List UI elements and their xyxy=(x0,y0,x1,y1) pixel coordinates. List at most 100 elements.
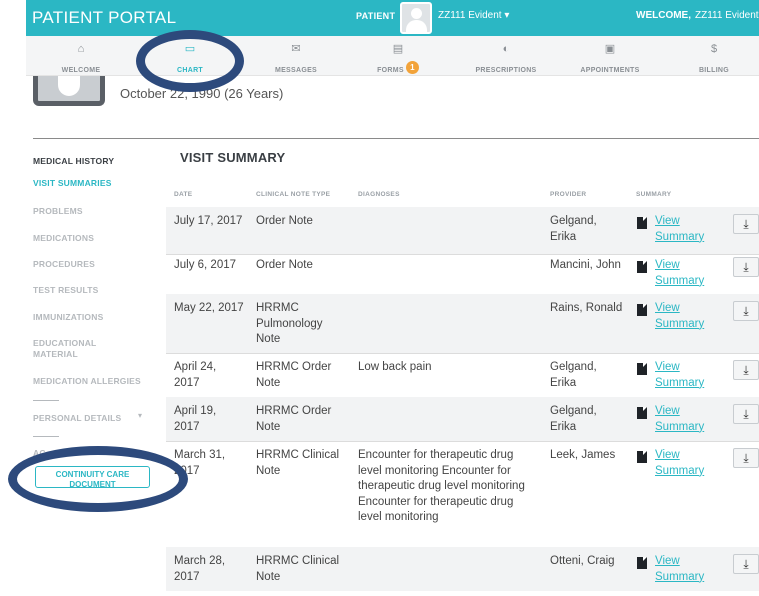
patient-avatar[interactable] xyxy=(400,2,432,34)
sidebar-item-account[interactable]: AC xyxy=(33,448,53,459)
row-diagnoses: Low back pain xyxy=(358,361,432,373)
table-row: March 28, 2017 HRRMC Clinical Note Otten… xyxy=(166,547,759,591)
nav-messages[interactable]: ✉ MESSAGES xyxy=(244,36,348,76)
row-date: July 6, 2017 xyxy=(174,259,237,271)
download-button[interactable]: ⤓ xyxy=(733,448,759,468)
calendar-icon: ▣ xyxy=(604,43,616,55)
table-row: May 22, 2017 HRRMC Pulmonology Note Rain… xyxy=(166,294,759,353)
row-provider: Rains, Ronald xyxy=(550,302,623,314)
download-button[interactable]: ⤓ xyxy=(733,301,759,321)
view-summary-link[interactable]: View Summary xyxy=(655,258,715,289)
profile-photo xyxy=(33,76,105,106)
row-date: July 17, 2017 xyxy=(174,215,243,227)
column-header-note-type[interactable]: CLINICAL NOTE TYPE xyxy=(256,191,330,198)
welcome-text: WELCOME, ZZ111 Evident xyxy=(636,10,759,21)
welcome-user-name[interactable]: ZZ111 Evident xyxy=(695,10,759,21)
row-diagnoses: Encounter for therapeutic drug level mon… xyxy=(358,449,525,523)
row-provider: Gelgand, Erika xyxy=(550,361,597,389)
row-provider: Mancini, John xyxy=(550,259,621,271)
nav-forms[interactable]: ▤ FORMS 1 xyxy=(348,36,448,76)
sidebar-item-procedures[interactable]: PROCEDURES xyxy=(33,259,148,270)
view-summary-link[interactable]: View Summary xyxy=(655,360,715,391)
sidebar-heading: MEDICAL HISTORY xyxy=(33,156,115,166)
nav-chart-label: CHART xyxy=(177,67,203,74)
download-icon: ⤓ xyxy=(743,260,749,274)
view-summary-link[interactable]: View Summary xyxy=(655,301,715,332)
download-button[interactable]: ⤓ xyxy=(733,214,759,234)
envelope-icon: ✉ xyxy=(291,43,301,55)
top-bar: PATIENT PORTAL PATIENT ZZ111 Evident ▾ W… xyxy=(26,0,759,36)
forms-badge: 1 xyxy=(405,61,419,75)
nav-chart[interactable]: ▭ CHART xyxy=(136,36,244,76)
download-icon: ⤓ xyxy=(743,451,749,465)
document-icon xyxy=(637,557,647,569)
row-date: April 24, 2017 xyxy=(174,361,217,389)
page-title: VISIT SUMMARY xyxy=(180,150,286,165)
patient-label: PATIENT xyxy=(356,11,396,21)
row-note-type: HRRMC Clinical Note xyxy=(256,449,340,477)
continuity-care-document-button[interactable]: CONTINUITY CARE DOCUMENT xyxy=(35,466,150,489)
portal-title: PATIENT PORTAL xyxy=(32,8,177,27)
row-note-type: HRRMC Order Note xyxy=(256,405,332,433)
row-note-type: HRRMC Clinical Note xyxy=(256,555,340,583)
table-row: July 17, 2017 Order Note Gelgand, Erika … xyxy=(166,207,759,254)
table-row: April 19, 2017 HRRMC Order Note Gelgand,… xyxy=(166,397,759,441)
welcome-label: WELCOME, xyxy=(636,10,691,21)
row-provider: Leek, James xyxy=(550,449,616,461)
sidebar-item-test-results[interactable]: TEST RESULTS xyxy=(33,285,148,296)
row-provider: Gelgand, Erika xyxy=(550,405,597,433)
pill-icon: ◐ xyxy=(502,43,510,55)
sidebar-item-medications[interactable]: MEDICATIONS xyxy=(33,233,148,244)
sidebar-item-medication-allergies[interactable]: MEDICATION ALLERGIES xyxy=(33,376,148,387)
download-icon: ⤓ xyxy=(743,217,749,231)
view-summary-link[interactable]: View Summary xyxy=(655,554,715,585)
download-button[interactable]: ⤓ xyxy=(733,257,759,277)
table-row: March 31, 2017 HRRMC Clinical Note Encou… xyxy=(166,441,759,547)
chevron-down-icon: ▾ xyxy=(138,411,143,420)
download-button[interactable]: ⤓ xyxy=(733,360,759,380)
nav-forms-label: FORMS xyxy=(377,67,404,74)
nav-prescriptions[interactable]: ◐ PRESCRIPTIONS xyxy=(448,36,564,76)
download-button[interactable]: ⤓ xyxy=(733,404,759,424)
document-icon xyxy=(637,407,647,419)
view-summary-link[interactable]: View Summary xyxy=(655,448,715,479)
download-button[interactable]: ⤓ xyxy=(733,554,759,574)
download-icon: ⤓ xyxy=(743,363,749,377)
download-icon: ⤓ xyxy=(743,407,749,421)
row-note-type: Order Note xyxy=(256,259,313,271)
nav-welcome[interactable]: ⌂ WELCOME xyxy=(26,36,136,76)
section-divider xyxy=(33,138,759,139)
column-header-date[interactable]: DATE xyxy=(174,191,192,198)
sidebar-item-educational-material[interactable]: EDUCATIONAL MATERIAL xyxy=(33,338,113,360)
row-note-type: Order Note xyxy=(256,215,313,227)
sidebar-item-problems[interactable]: PROBLEMS xyxy=(33,206,148,217)
main-nav: ⌂ WELCOME ▭ CHART ✉ MESSAGES ▤ FORMS 1 ◐ … xyxy=(26,36,759,76)
document-icon xyxy=(637,261,647,273)
document-icon xyxy=(637,304,647,316)
document-icon xyxy=(637,217,647,229)
home-icon: ⌂ xyxy=(77,43,85,55)
nav-billing-label: BILLING xyxy=(698,67,730,74)
view-summary-link[interactable]: View Summary xyxy=(655,404,715,435)
patient-selector[interactable]: ZZ111 Evident ▾ xyxy=(438,10,509,21)
column-header-summary[interactable]: SUMMARY xyxy=(636,191,671,198)
row-date: March 31, 2017 xyxy=(174,449,226,477)
forms-icon: ▤ xyxy=(392,43,404,55)
nav-appointments-label: APPOINTMENTS xyxy=(580,67,640,74)
table-row: July 6, 2017 Order Note Mancini, John Vi… xyxy=(166,254,759,294)
patient-dob: October 22, 1990 (26 Years) xyxy=(120,86,284,101)
nav-billing[interactable]: $ BILLING xyxy=(666,36,759,76)
row-provider: Gelgand, Erika xyxy=(550,215,597,243)
sidebar-item-visit-summaries[interactable]: VISIT SUMMARIES xyxy=(33,178,148,189)
nav-appointments[interactable]: ▣ APPOINTMENTS xyxy=(564,36,656,76)
view-summary-link[interactable]: View Summary xyxy=(655,214,715,245)
table-row: April 24, 2017 HRRMC Order Note Low back… xyxy=(166,353,759,397)
column-header-diagnoses[interactable]: DIAGNOSES xyxy=(358,191,400,198)
sidebar-item-personal-details[interactable]: PERSONAL DETAILS ▾ xyxy=(33,411,142,424)
sidebar-item-immunizations[interactable]: IMMUNIZATIONS xyxy=(33,312,148,323)
document-icon xyxy=(637,451,647,463)
column-header-provider[interactable]: PROVIDER xyxy=(550,191,586,198)
row-date: May 22, 2017 xyxy=(174,302,244,314)
nav-messages-label: MESSAGES xyxy=(274,67,318,74)
row-note-type: HRRMC Order Note xyxy=(256,361,332,389)
